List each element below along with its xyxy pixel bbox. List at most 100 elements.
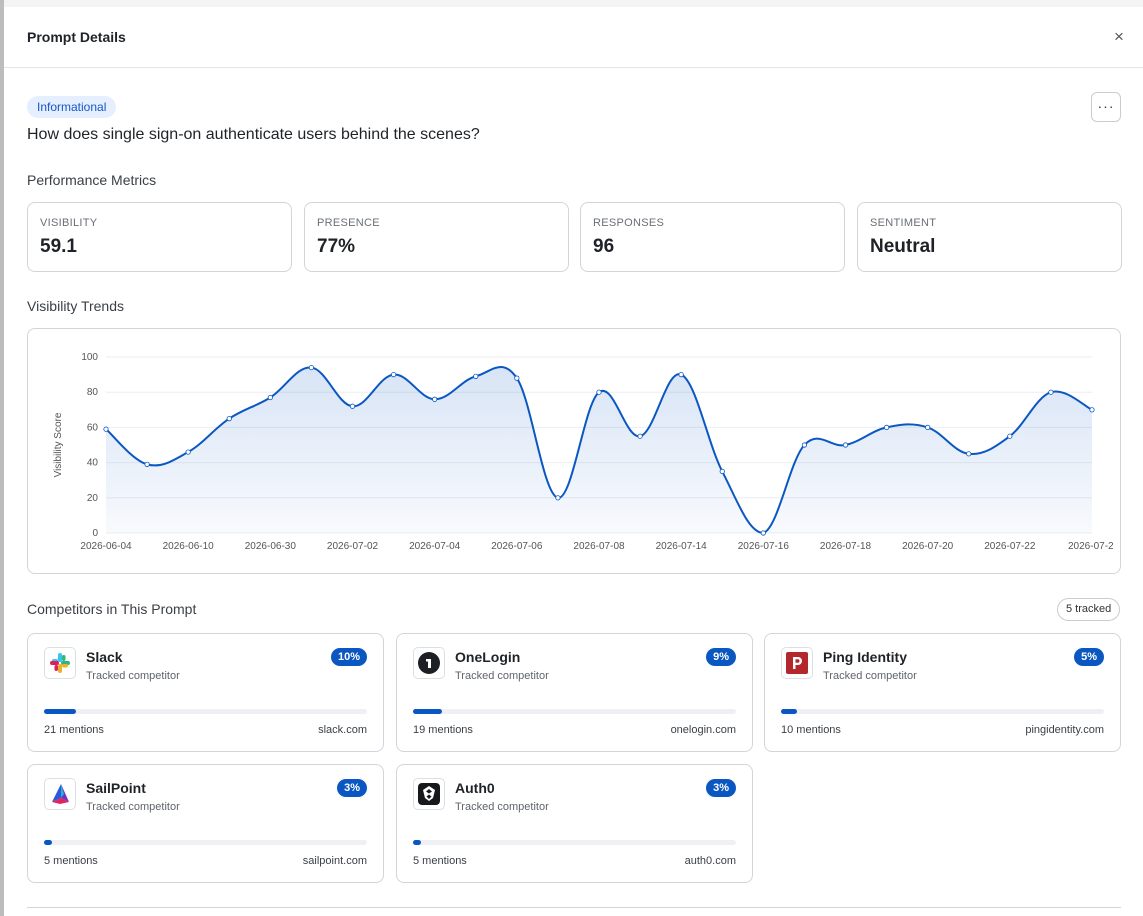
bottom-divider bbox=[27, 907, 1121, 908]
y-tick-label: 20 bbox=[87, 493, 99, 504]
x-tick-label: 2026-07-18 bbox=[820, 541, 872, 552]
x-tick-label: 2026-07-20 bbox=[902, 541, 954, 552]
share-bar-fill bbox=[44, 840, 52, 845]
metric-value: 96 bbox=[593, 236, 615, 257]
data-point[interactable] bbox=[473, 373, 479, 379]
data-point[interactable] bbox=[719, 468, 725, 474]
data-point[interactable] bbox=[883, 424, 890, 431]
data-point[interactable] bbox=[678, 371, 684, 378]
data-point[interactable] bbox=[144, 461, 150, 467]
share-badge: 9% bbox=[706, 648, 736, 666]
competitor-domain: auth0.com bbox=[684, 855, 736, 867]
share-bar-track bbox=[44, 709, 367, 714]
prompt-details-panel: Prompt Details × Informational ··· How d… bbox=[4, 7, 1143, 916]
slack-logo-icon bbox=[44, 647, 76, 679]
x-tick-label: 2026-07-16 bbox=[738, 541, 790, 552]
mentions-count: 19 mentions bbox=[413, 724, 473, 736]
data-point[interactable] bbox=[842, 442, 849, 448]
data-point[interactable] bbox=[1007, 433, 1013, 439]
competitor-card-onelogin[interactable]: OneLogin Tracked competitor 9% 19 mentio… bbox=[396, 633, 753, 752]
data-point[interactable] bbox=[432, 396, 438, 402]
data-point[interactable] bbox=[308, 364, 315, 371]
y-tick-label: 60 bbox=[87, 422, 99, 433]
data-point[interactable] bbox=[1048, 389, 1054, 395]
x-tick-label: 2026-07-22 bbox=[984, 541, 1036, 552]
metric-label: VISIBILITY bbox=[40, 217, 98, 229]
competitor-domain: pingidentity.com bbox=[1025, 724, 1104, 736]
visibility-trend-chart-card: 0 20 40 60 80 100 2026-06-04 2026-06-10 2026-06… bbox=[27, 328, 1121, 574]
more-options-button[interactable]: ··· bbox=[1091, 92, 1121, 122]
metric-card-visibility: VISIBILITY 59.1 bbox=[27, 202, 292, 272]
x-tick-label: 2026-06-04 bbox=[80, 541, 132, 552]
x-tick-label: 2026-07-14 bbox=[656, 541, 708, 552]
competitor-domain: onelogin.com bbox=[670, 724, 736, 736]
competitor-subtitle: Tracked competitor bbox=[823, 670, 917, 682]
metric-card-sentiment: SENTIMENT Neutral bbox=[857, 202, 1122, 272]
data-point[interactable] bbox=[637, 433, 643, 439]
share-bar-track bbox=[413, 709, 736, 714]
x-tick-label: 2026-07-08 bbox=[573, 541, 625, 552]
data-point[interactable] bbox=[555, 495, 561, 501]
competitor-card-sailpoint[interactable]: SailPoint Tracked competitor 3% 5 mentio… bbox=[27, 764, 384, 883]
performance-metrics-title: Performance Metrics bbox=[27, 172, 157, 188]
competitor-subtitle: Tracked competitor bbox=[455, 801, 549, 813]
competitor-name: OneLogin bbox=[455, 649, 521, 665]
visibility-trend-chart: 0 20 40 60 80 100 2026-06-04 2026-06-10 2026-06… bbox=[53, 352, 1114, 552]
data-point[interactable] bbox=[267, 394, 273, 401]
share-bar-track bbox=[413, 840, 736, 845]
mentions-count: 5 mentions bbox=[413, 855, 467, 867]
share-badge: 5% bbox=[1074, 648, 1104, 666]
data-point[interactable] bbox=[185, 449, 191, 455]
competitor-name: Slack bbox=[86, 649, 123, 665]
data-point[interactable] bbox=[226, 416, 232, 422]
competitor-card-ping-identity[interactable]: Ping Identity Tracked competitor 5% 10 m… bbox=[764, 633, 1121, 752]
visibility-trends-title: Visibility Trends bbox=[27, 298, 125, 314]
data-point[interactable] bbox=[349, 403, 356, 409]
ping-identity-logo-icon bbox=[781, 647, 813, 679]
x-tick-label: 2026-07-04 bbox=[409, 541, 461, 552]
intent-tag: Informational bbox=[27, 96, 117, 118]
competitor-card-auth0[interactable]: Auth0 Tracked competitor 3% 5 mentions a… bbox=[396, 764, 753, 883]
panel-title: Prompt Details bbox=[27, 29, 126, 45]
tracked-count-badge: 5 tracked bbox=[1057, 598, 1121, 621]
close-icon[interactable]: × bbox=[1109, 27, 1129, 47]
sailpoint-logo-icon bbox=[44, 778, 76, 810]
metric-value: 77% bbox=[317, 236, 356, 257]
competitors-title: Competitors in This Prompt bbox=[27, 601, 197, 617]
data-point[interactable] bbox=[514, 375, 520, 381]
share-badge: 3% bbox=[706, 779, 736, 797]
x-tick-label: 2026-06-30 bbox=[245, 541, 297, 552]
data-point[interactable] bbox=[925, 424, 931, 431]
data-point[interactable] bbox=[1089, 407, 1095, 413]
share-bar-track bbox=[781, 709, 1104, 714]
metric-label: PRESENCE bbox=[317, 217, 380, 229]
competitor-name: Ping Identity bbox=[823, 649, 907, 665]
y-tick-label: 40 bbox=[87, 458, 99, 469]
y-axis-label: Visibility Score bbox=[53, 412, 64, 477]
competitor-subtitle: Tracked competitor bbox=[86, 801, 180, 813]
auth0-logo-icon bbox=[413, 778, 445, 810]
mentions-count: 10 mentions bbox=[781, 724, 841, 736]
metric-value: Neutral bbox=[870, 236, 936, 257]
metric-label: RESPONSES bbox=[593, 217, 665, 229]
background-top-strip bbox=[0, 0, 1143, 7]
metric-label: SENTIMENT bbox=[870, 217, 937, 229]
x-tick-label: 2026-07-02 bbox=[327, 541, 379, 552]
share-badge: 3% bbox=[337, 779, 367, 797]
data-point[interactable] bbox=[801, 442, 808, 448]
competitor-domain: sailpoint.com bbox=[302, 855, 367, 867]
x-tick-label: 2026-07-2 bbox=[1068, 541, 1114, 552]
data-point[interactable] bbox=[596, 389, 602, 395]
data-point[interactable] bbox=[103, 426, 109, 432]
share-bar-fill bbox=[413, 709, 443, 714]
data-point[interactable] bbox=[966, 451, 972, 457]
y-tick-label: 100 bbox=[81, 352, 98, 363]
share-bar-fill bbox=[781, 709, 798, 714]
competitor-domain: slack.com bbox=[318, 724, 367, 736]
metric-card-presence: PRESENCE 77% bbox=[304, 202, 569, 272]
competitor-card-slack[interactable]: Slack Tracked competitor 10% 21 mentions… bbox=[27, 633, 384, 752]
data-point[interactable] bbox=[390, 371, 397, 378]
x-tick-label: 2026-07-06 bbox=[491, 541, 543, 552]
data-point[interactable] bbox=[760, 530, 766, 536]
competitor-name: Auth0 bbox=[455, 780, 495, 796]
